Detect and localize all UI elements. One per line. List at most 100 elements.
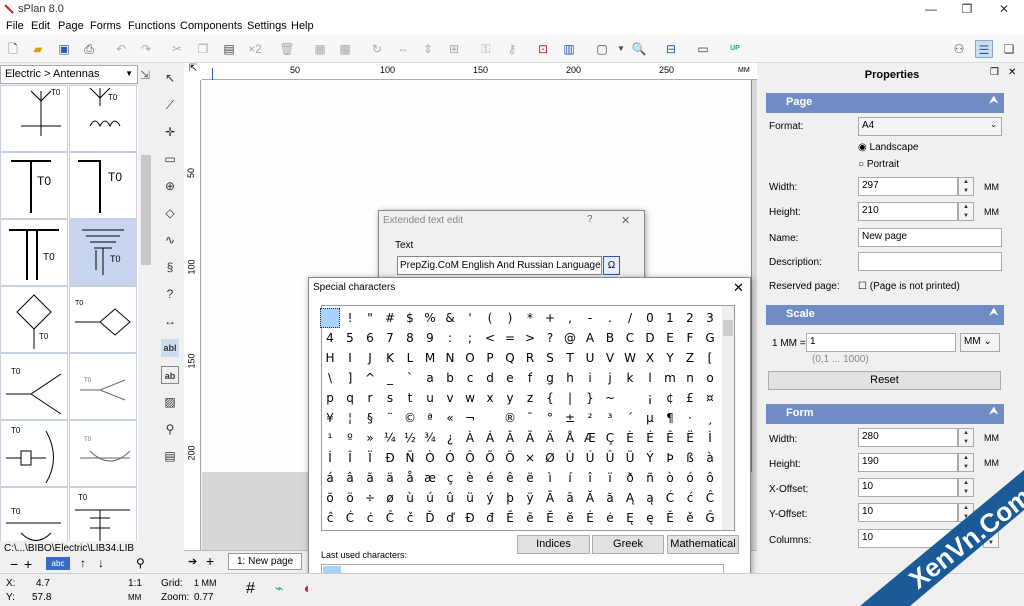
char-cell[interactable]: ¨ [380, 408, 400, 428]
char-cell[interactable]: 6 [360, 328, 380, 348]
form-width-spinner[interactable]: ▲ ▼ [958, 428, 974, 447]
add-page-icon[interactable]: + [206, 553, 214, 569]
char-cell[interactable]: ù [400, 488, 420, 508]
char-cell[interactable]: ¾ [420, 428, 440, 448]
char-cell[interactable]: ` [400, 368, 420, 388]
char-cell[interactable]: O [460, 348, 480, 368]
close-panel-icon[interactable]: ✕ [1008, 67, 1016, 78]
char-cell[interactable]: T [560, 348, 580, 368]
char-cell[interactable]: u [420, 388, 440, 408]
char-cell[interactable]: S [540, 348, 560, 368]
char-cell[interactable]: A [580, 328, 600, 348]
library-item-selected[interactable]: T0 [69, 219, 137, 286]
char-cell[interactable]: È [620, 428, 640, 448]
char-cell[interactable]: _ [380, 368, 400, 388]
page-dropdown-icon[interactable]: ▼ [612, 40, 630, 58]
delete-icon[interactable]: 🗑 [278, 40, 296, 58]
char-cell[interactable]: Ü [620, 448, 640, 468]
label-tool-icon[interactable]: ab [161, 366, 179, 384]
char-cell[interactable]: ċ [360, 508, 380, 528]
char-cell[interactable]: P [480, 348, 500, 368]
char-cell[interactable]: ¦ [340, 408, 360, 428]
char-cell[interactable]: ð [620, 468, 640, 488]
char-cell[interactable]: R [520, 348, 540, 368]
char-cell[interactable]: g [540, 368, 560, 388]
char-cell[interactable]: Ë [680, 428, 700, 448]
crosshair-icon[interactable]: ✛ [161, 123, 179, 141]
char-cell[interactable]: q [340, 388, 360, 408]
char-cell[interactable]: U [580, 348, 600, 368]
char-cell[interactable]: v [440, 388, 460, 408]
reset-button[interactable]: Reset [768, 371, 1001, 390]
char-cell[interactable]: Ñ [400, 448, 420, 468]
page-description-input[interactable] [858, 252, 1002, 271]
char-cell[interactable]: Ę [620, 508, 640, 528]
undo-icon[interactable]: ↶ [112, 40, 130, 58]
char-cell[interactable]: » [360, 428, 380, 448]
char-cell[interactable]: Ð [380, 448, 400, 468]
char-cell[interactable]: £ [680, 388, 700, 408]
char-cell[interactable]: Ö [500, 448, 520, 468]
char-cell[interactable]: Ï [360, 448, 380, 468]
char-cell[interactable]: ë [520, 468, 540, 488]
char-cell[interactable]: Â [500, 428, 520, 448]
char-cell[interactable]: > [520, 328, 540, 348]
align-icon[interactable]: ⊞ [445, 40, 463, 58]
char-cell[interactable]: . [600, 308, 620, 328]
char-cell[interactable]: r [360, 388, 380, 408]
char-cell[interactable]: ­ [480, 408, 500, 428]
char-cell[interactable]: l [640, 368, 660, 388]
char-cell[interactable]: G [700, 328, 720, 348]
char-cell[interactable]: Ď [420, 508, 440, 528]
char-cell[interactable]: Ó [440, 448, 460, 468]
library-item[interactable]: T0 [69, 420, 137, 487]
ruler-tool-icon[interactable]: ▤ [161, 447, 179, 465]
library-scrollbar[interactable] [139, 85, 153, 541]
menu-edit[interactable]: Edit [31, 20, 50, 32]
char-cell[interactable]: k [620, 368, 640, 388]
char-cell[interactable]: ÿ [520, 488, 540, 508]
char-cell[interactable]: Þ [660, 448, 680, 468]
char-cell[interactable]: « [440, 408, 460, 428]
char-cell[interactable]: Ê [660, 428, 680, 448]
duplicate-icon[interactable]: ×2 [246, 40, 264, 58]
char-cell[interactable]: F [680, 328, 700, 348]
char-cell[interactable]: 3 [700, 308, 720, 328]
char-cell[interactable]: & [440, 308, 460, 328]
indices-button[interactable]: Indices [517, 535, 590, 554]
char-cell[interactable]: ï [600, 468, 620, 488]
char-cell[interactable]: c [460, 368, 480, 388]
checklist-icon[interactable]: ☰ [975, 40, 993, 58]
char-cell[interactable]: â [340, 468, 360, 488]
char-cell[interactable]: , [560, 308, 580, 328]
char-cell[interactable]: Ç [600, 428, 620, 448]
section-form-header[interactable]: Form ⮝ [766, 404, 1004, 424]
char-cell[interactable]: č [400, 508, 420, 528]
char-cell[interactable]: ă [600, 488, 620, 508]
close-icon[interactable]: ✕ [621, 214, 630, 227]
lock-icon[interactable]: ⚿ [477, 40, 495, 58]
format-select[interactable]: A4 ⌄ [858, 117, 1002, 136]
char-cell[interactable]: ã [360, 468, 380, 488]
char-cell[interactable]: Ć [660, 488, 680, 508]
char-cell[interactable]: Ĉ [700, 488, 720, 508]
scale-input[interactable]: 1 [806, 333, 956, 352]
char-cell[interactable]: Y [660, 348, 680, 368]
char-cell[interactable]: Đ [460, 508, 480, 528]
char-cell[interactable]: 7 [380, 328, 400, 348]
polygon-icon[interactable]: ◇ [161, 204, 179, 222]
char-cell[interactable]: ì [540, 468, 560, 488]
text-tool-icon[interactable]: abl [161, 339, 179, 357]
char-cell[interactable]: ® [500, 408, 520, 428]
maximize-button[interactable]: ❐ [950, 0, 984, 18]
circle-icon[interactable]: ⊕ [161, 177, 179, 195]
char-cell[interactable]: É [640, 428, 660, 448]
char-cell[interactable]: ć [680, 488, 700, 508]
menu-settings[interactable]: Settings [247, 20, 287, 32]
landscape-radio[interactable]: ◉ Landscape [858, 142, 918, 153]
char-cell[interactable]: I [340, 348, 360, 368]
portrait-radio[interactable]: ○ Portrait [858, 159, 899, 170]
menu-file[interactable]: File [6, 20, 24, 32]
char-cell[interactable]: 1 [660, 308, 680, 328]
up-arrow-icon[interactable]: ↑ [80, 556, 86, 570]
